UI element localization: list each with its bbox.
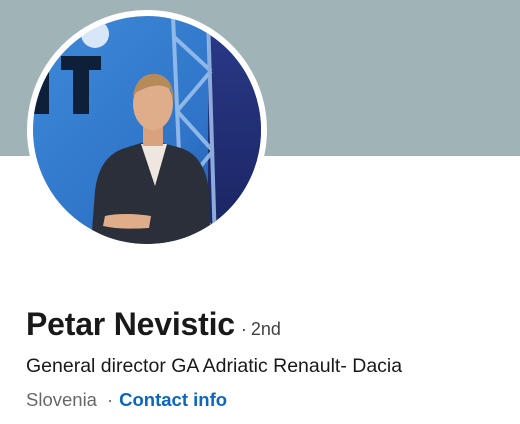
profile-avatar[interactable]: [33, 16, 261, 244]
degree-separator: ·: [240, 319, 247, 339]
profile-meta-row: Slovenia · Contact info: [26, 389, 227, 411]
degree-label: 2nd: [250, 319, 281, 339]
connection-degree: · 2nd: [241, 319, 281, 340]
contact-info-link[interactable]: Contact info: [119, 389, 227, 411]
meta-separator: ·: [106, 389, 114, 410]
profile-name: Petar Nevistic: [26, 306, 235, 342]
profile-name-row: Petar Nevistic · 2nd: [26, 306, 281, 346]
profile-location: Slovenia: [26, 389, 97, 410]
profile-headline: General director GA Adriatic Renault- Da…: [26, 355, 403, 377]
profile-photo-icon: [33, 16, 261, 244]
